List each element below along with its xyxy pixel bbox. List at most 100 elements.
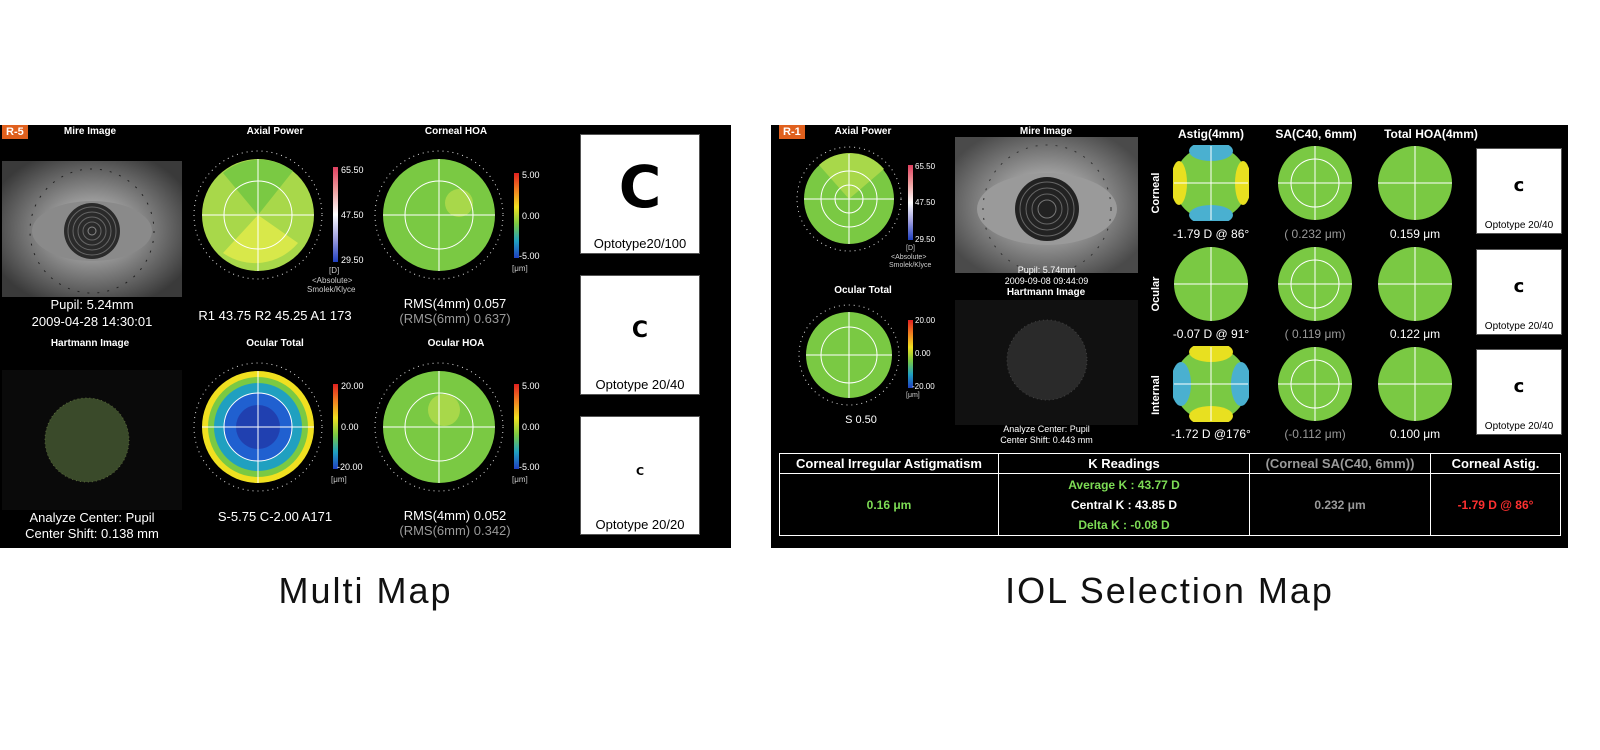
iol-axial-map <box>789 141 909 261</box>
caption-multi-map: Multi Map <box>278 570 453 611</box>
multi-axial-scale-min: 29.50 <box>341 255 364 265</box>
table-k-readings-cell: Average K : 43.77 D Central K : 43.85 D … <box>998 473 1250 536</box>
multi-ohoa-scale-min: -5.00 <box>519 462 540 472</box>
multi-mire-image <box>2 161 182 297</box>
multi-ocular-total-map <box>183 355 333 505</box>
iol-optotype-box-1: c Optotype 20/40 <box>1476 148 1562 234</box>
table-header-k-readings: K Readings <box>998 453 1250 474</box>
multi-ocular-rms4: RMS(4mm) 0.052 <box>403 508 507 523</box>
iol-corneal-astig-map <box>1173 145 1249 221</box>
iol-internal-hoa-value: 0.100 μm <box>1389 427 1441 441</box>
iol-summary-table: Corneal Irregular Astigmatism K Readings… <box>779 453 1561 536</box>
iol-ocular-sa-map <box>1277 246 1353 322</box>
iol-internal-astig-value: -1.72 D @176° <box>1171 427 1251 441</box>
multi-ocular-total-scale <box>333 384 338 469</box>
iol-total-scale-max: 20.00 <box>915 316 936 325</box>
multi-ocular-hoa-title: Ocular HOA <box>427 338 485 349</box>
multi-hartmann-image <box>2 370 182 510</box>
iol-ocular-astig-value: -0.07 D @ 91° <box>1172 327 1250 341</box>
multi-ocular-total-readout: S-5.75 C-2.00 A171 <box>217 509 333 524</box>
optotype-c-icon: c <box>1513 175 1525 196</box>
multi-ocular-hoa-map <box>364 355 514 505</box>
iol-ocular-total-map <box>789 300 909 415</box>
multi-total-scale-mid: 0.00 <box>341 422 359 432</box>
multi-hoa-scale-min: -5.00 <box>519 251 540 261</box>
multi-mire-title: Mire Image <box>63 126 117 137</box>
multi-optotype-box-1: C Optotype20/100 <box>580 134 700 254</box>
multi-corneal-hoa-map <box>364 143 514 293</box>
iol-optotype-box-3: c Optotype 20/40 <box>1476 349 1562 435</box>
iol-axial-title: Axial Power <box>834 126 892 137</box>
iol-row-corneal: Corneal <box>1150 172 1162 214</box>
iol-datetime: 2009-09-08 09:44:09 <box>1004 276 1089 286</box>
multi-corneal-rms4: RMS(4mm) 0.057 <box>403 296 507 311</box>
multi-optotype-label-2: Optotype 20/40 <box>595 377 685 392</box>
optotype-c-icon: c <box>1513 376 1525 397</box>
table-header-corneal-sa: (Corneal SA(C40, 6mm)) <box>1249 453 1431 474</box>
multi-hoa-unit: [μm] <box>512 264 528 273</box>
multi-axial-scale <box>333 167 338 262</box>
iol-axial-scale <box>908 165 913 240</box>
multi-ocular-rms6: (RMS(6mm) 0.342) <box>399 523 511 538</box>
table-average-k: Average K : 43.77 D <box>1068 477 1180 492</box>
multi-axial-scale-max: 65.50 <box>341 165 364 175</box>
multi-analyze-center: Analyze Center: Pupil <box>29 510 155 525</box>
multi-hoa-scale-max: 5.00 <box>522 170 540 180</box>
iol-map-panel: R-1 Axial Power 65.50 47.50 29.50 [D] <A… <box>771 125 1568 548</box>
iol-internal-sa-value: (-0.112 μm) <box>1284 427 1346 441</box>
iol-internal-sa-map <box>1277 346 1353 422</box>
table-corneal-sa-value: 0.232 μm <box>1249 473 1431 536</box>
iol-ocular-sa-value: ( 0.119 μm) <box>1284 327 1346 341</box>
multi-total-scale-max: 20.00 <box>341 381 364 391</box>
multi-eye-tag: R-5 <box>2 125 28 139</box>
iol-optotype-label-2: Optotype 20/40 <box>1484 321 1554 332</box>
optotype-c-large: C <box>618 153 662 221</box>
iol-optotype-label-3: Optotype 20/40 <box>1484 421 1554 432</box>
multi-map-panel: R-5 Mire Image Pupil: 5.24mm 2009-04-28 … <box>0 125 731 548</box>
iol-pupil: Pupil: 5.74mm <box>1017 265 1076 275</box>
multi-axial-note1: <Absolute> <box>312 276 353 285</box>
table-header-irregular: Corneal Irregular Astigmatism <box>779 453 999 474</box>
iol-total-scale-mid: 0.00 <box>915 349 931 358</box>
iol-corneal-sa-map <box>1277 145 1353 221</box>
iol-ocular-astig-map <box>1173 246 1249 322</box>
iol-row-ocular: Ocular <box>1150 276 1162 312</box>
iol-axial-note1: <Absolute> <box>891 254 927 261</box>
table-corneal-astig-value: -1.79 D @ 86° <box>1430 473 1561 536</box>
multi-axial-title: Axial Power <box>246 126 304 137</box>
multi-axial-readout: R1 43.75 R2 45.25 A1 173 <box>198 308 352 323</box>
multi-total-scale-min: -20.00 <box>337 462 363 472</box>
iol-axial-scale-mid: 47.50 <box>915 198 936 207</box>
multi-optotype-label-1: Optotype20/100 <box>593 236 687 251</box>
iol-col-astig: Astig(4mm) <box>1177 127 1244 141</box>
iol-total-unit: [μm] <box>906 392 920 399</box>
multi-corneal-hoa-scale <box>514 173 519 258</box>
iol-center-shift: Center Shift: 0.443 mm <box>1000 435 1093 445</box>
iol-ocular-total-title: Ocular Total <box>834 285 892 296</box>
iol-corneal-hoa-value: 0.159 μm <box>1389 227 1441 241</box>
iol-hartmann-title: Hartmann Image <box>1006 287 1086 298</box>
multi-ocular-total-title: Ocular Total <box>246 338 304 349</box>
multi-ocular-hoa-scale <box>514 384 519 469</box>
iol-eye-tag: R-1 <box>779 125 805 139</box>
iol-hartmann-image <box>955 300 1138 425</box>
multi-center-shift: Center Shift: 0.138 mm <box>25 526 159 541</box>
iol-internal-hoa-map <box>1377 346 1453 422</box>
multi-ohoa-unit: [μm] <box>512 475 528 484</box>
multi-corneal-hoa-title: Corneal HOA <box>424 126 488 137</box>
iol-axial-scale-min: 29.50 <box>915 235 936 244</box>
multi-ohoa-scale-mid: 0.00 <box>522 422 540 432</box>
iol-axial-unit: [D] <box>906 245 915 252</box>
iol-ocular-s: S 0.50 <box>845 414 877 426</box>
iol-internal-astig-map <box>1173 346 1249 422</box>
table-central-k: Central K : 43.85 D <box>1070 497 1178 512</box>
multi-axial-map <box>183 143 333 293</box>
iol-corneal-astig-value: -1.79 D @ 86° <box>1172 227 1250 241</box>
table-irregular-value: 0.16 μm <box>779 473 999 536</box>
iol-axial-scale-max: 65.50 <box>915 162 936 171</box>
multi-optotype-box-2: C Optotype 20/40 <box>580 275 700 395</box>
multi-axial-note2: Smolek/Klyce <box>307 285 356 294</box>
multi-corneal-rms6: (RMS(6mm) 0.637) <box>399 311 511 326</box>
iol-optotype-label-1: Optotype 20/40 <box>1484 220 1554 231</box>
iol-optotype-box-2: c Optotype 20/40 <box>1476 249 1562 335</box>
